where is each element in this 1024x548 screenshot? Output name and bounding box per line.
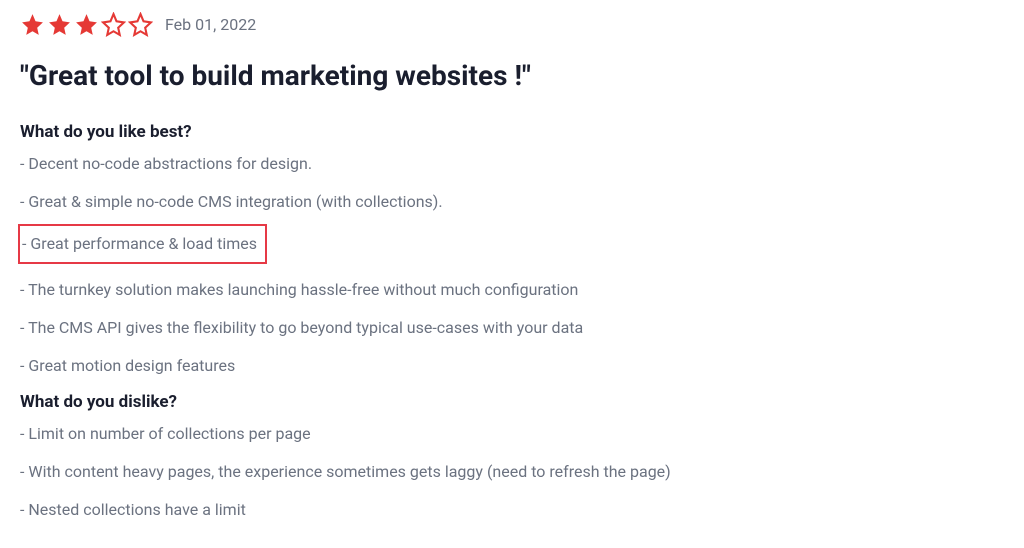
list-item: - With content heavy pages, the experien… (20, 460, 940, 484)
review-header: Feb 01, 2022 (20, 12, 940, 37)
review-container: Feb 01, 2022 "Great tool to build market… (20, 12, 940, 522)
star-rating (20, 12, 153, 37)
list-item: - Great & simple no-code CMS integration… (20, 190, 940, 214)
highlighted-item: - Great performance & load times (18, 224, 267, 264)
list-item: - Great performance & load times (22, 232, 257, 256)
review-title: "Great tool to build marketing websites … (20, 59, 940, 92)
review-date: Feb 01, 2022 (165, 15, 256, 34)
list-item: - Nested collections have a limit (20, 498, 940, 522)
list-item: - Decent no-code abstractions for design… (20, 152, 940, 176)
list-item: - Limit on number of collections per pag… (20, 422, 940, 446)
star-icon (74, 12, 99, 37)
star-empty-icon (128, 12, 153, 37)
list-item: - The turnkey solution makes launching h… (20, 278, 940, 302)
star-empty-icon (101, 12, 126, 37)
like-heading: What do you like best? (20, 122, 940, 142)
star-icon (47, 12, 72, 37)
list-item: - Great motion design features (20, 354, 940, 378)
star-icon (20, 12, 45, 37)
list-item: - The CMS API gives the flexibility to g… (20, 316, 940, 340)
dislike-section: What do you dislike? - Limit on number o… (20, 392, 940, 522)
dislike-heading: What do you dislike? (20, 392, 940, 412)
like-section: What do you like best? - Decent no-code … (20, 122, 940, 378)
